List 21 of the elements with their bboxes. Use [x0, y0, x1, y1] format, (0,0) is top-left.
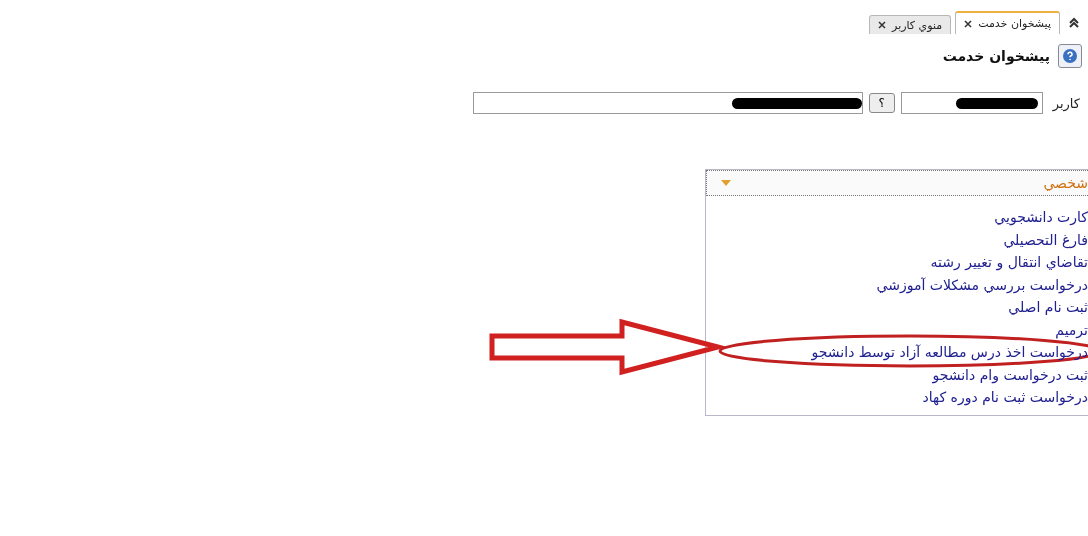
- lookup-button[interactable]: ؟: [868, 93, 895, 113]
- menu-link[interactable]: درخواست اخذ درس مطالعه آزاد توسط دانشجو: [811, 341, 1088, 364]
- collapse-icon[interactable]: [1068, 17, 1080, 29]
- menu-link[interactable]: تقاضاي انتقال و تغيير رشته: [930, 251, 1088, 274]
- menu-link[interactable]: ثبت درخواست وام دانشجو: [932, 363, 1088, 386]
- menu-link[interactable]: كارت دانشجويي: [994, 206, 1088, 229]
- help-icon: [1062, 48, 1078, 64]
- tab[interactable]: پیشخوان خدمت: [955, 11, 1060, 34]
- close-icon[interactable]: [878, 21, 887, 29]
- help-button[interactable]: [1058, 44, 1082, 68]
- user-name-field[interactable]: [472, 92, 863, 114]
- menu-link[interactable]: درخواست ثبت نام دوره كهاد: [922, 386, 1088, 409]
- close-icon[interactable]: [964, 19, 973, 28]
- menu-link[interactable]: ثبت نام اصلي: [1008, 296, 1088, 319]
- menu-link[interactable]: درخواست بررسي مشكلات آموزشي: [876, 273, 1088, 296]
- tab[interactable]: منوي كاربر: [869, 15, 952, 34]
- user-code-field[interactable]: [900, 92, 1043, 114]
- page-title: پیشخوان خدمت: [942, 48, 1050, 64]
- user-label: كاربر: [1052, 95, 1080, 111]
- menu-link[interactable]: ترميم: [1055, 318, 1088, 341]
- menu-link[interactable]: فارغ التحصيلي: [1003, 228, 1088, 251]
